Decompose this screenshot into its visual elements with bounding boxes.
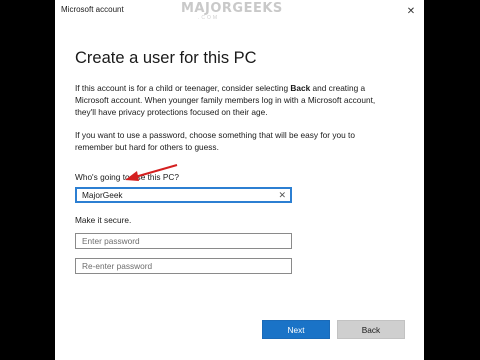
reenter-password-placeholder: Re-enter password xyxy=(82,261,153,271)
username-input[interactable]: MajorGeek ✕ xyxy=(75,187,292,203)
reenter-password-input[interactable]: Re-enter password xyxy=(75,258,292,274)
password-input[interactable]: Enter password xyxy=(75,233,292,249)
window-title: Microsoft account xyxy=(61,5,124,14)
secure-label: Make it secure. xyxy=(75,215,132,225)
close-button[interactable]: ✕ xyxy=(403,3,419,19)
back-button[interactable]: Back xyxy=(337,320,405,339)
back-label: Back xyxy=(361,324,381,335)
close-icon: ✕ xyxy=(406,5,416,17)
next-button[interactable]: Next xyxy=(262,320,330,339)
title-bar: Microsoft account MAJORGEEKS .COM ✕ xyxy=(55,0,424,22)
annotation-arrow-icon xyxy=(125,164,178,181)
watermark-sub: .COM xyxy=(198,15,220,21)
clear-icon[interactable]: ✕ xyxy=(278,189,286,201)
microsoft-account-dialog: Microsoft account MAJORGEEKS .COM ✕ Crea… xyxy=(55,0,424,360)
username-value: MajorGeek xyxy=(82,190,123,200)
info-text-start: If this account is for a child or teenag… xyxy=(75,83,291,93)
child-account-info: If this account is for a child or teenag… xyxy=(75,82,395,118)
watermark-logo: MAJORGEEKS xyxy=(181,1,283,16)
password-advice: If you want to use a password, choose so… xyxy=(75,130,355,152)
page-title: Create a user for this PC xyxy=(75,49,257,67)
back-keyword: Back xyxy=(290,83,311,93)
password-placeholder: Enter password xyxy=(82,236,140,246)
next-label: Next xyxy=(287,324,305,335)
